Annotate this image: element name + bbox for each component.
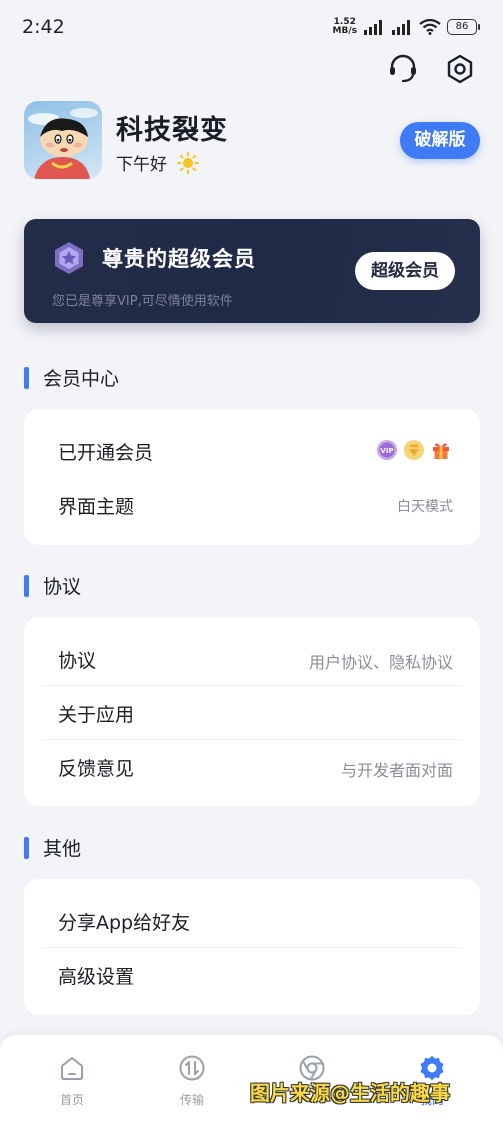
row-label: 关于应用	[58, 704, 135, 726]
vip-subtitle: 您已是尊享VIP,可尽情使用软件	[52, 294, 233, 309]
status-time: 2:42	[22, 16, 65, 38]
home-icon	[61, 1057, 83, 1080]
nav-label: 传输	[179, 1093, 204, 1107]
section-protocol-header: 协议	[24, 572, 81, 599]
signal-icon-2	[392, 20, 410, 35]
super-member-button[interactable]: 超级会员	[355, 252, 455, 290]
nav-label: 首页	[59, 1093, 84, 1107]
row-label: 高级设置	[58, 966, 135, 988]
vip-icon: VIP	[377, 440, 397, 460]
row-value: 用户协议、隐私协议	[308, 653, 453, 672]
section-other-header: 其他	[24, 834, 81, 861]
status-icons: 1.52 MB/s 86	[332, 17, 480, 36]
row-label: 界面主题	[58, 496, 135, 518]
row-value: 白天模式	[397, 499, 453, 515]
customer-service-icon[interactable]	[386, 52, 420, 86]
row-protocol[interactable]: 协议 用户协议、隐私协议	[24, 631, 480, 685]
row-value: 与开发者面对面	[340, 761, 453, 780]
row-about-app[interactable]: 关于应用	[24, 685, 480, 739]
section-accent-bar	[24, 574, 29, 597]
other-card: 分享App给好友 高级设置	[24, 879, 480, 1015]
status-bar: 2:42 1.52 MB/s 86	[0, 0, 503, 58]
nav-home[interactable]: 首页	[32, 1053, 112, 1108]
section-accent-bar	[24, 836, 29, 859]
username: 科技裂变	[116, 115, 228, 146]
member-card: 已开通会员 VIP 界面主题 白天模式	[24, 409, 480, 545]
vip-card[interactable]: 尊贵的超级会员 您已是尊享VIP,可尽情使用软件 超级会员	[24, 219, 480, 323]
row-share-app[interactable]: 分享App给好友	[24, 893, 480, 947]
svg-text:VIP: VIP	[380, 447, 393, 455]
vip-badge-icon	[55, 242, 83, 274]
section-member-header: 会员中心	[24, 364, 119, 391]
row-advanced-settings[interactable]: 高级设置	[24, 947, 480, 1001]
settings-icon[interactable]	[443, 52, 477, 86]
sun-icon	[177, 151, 199, 174]
nav-transfer[interactable]: 传输	[152, 1053, 232, 1108]
row-feedback[interactable]: 反馈意见 与开发者面对面	[24, 739, 480, 793]
protocol-card: 协议 用户协议、隐私协议 关于应用 反馈意见 与开发者面对面	[24, 617, 480, 806]
diamond-icon	[404, 440, 424, 460]
gift-icon	[433, 443, 449, 459]
row-label: 已开通会员	[58, 442, 154, 464]
section-title: 其他	[43, 838, 82, 860]
greeting-text: 下午好	[116, 155, 167, 175]
vip-title: 尊贵的超级会员	[102, 247, 256, 271]
battery-indicator: 86	[447, 19, 480, 35]
wifi-icon	[419, 19, 441, 35]
section-title: 会员中心	[43, 368, 120, 390]
crack-version-button[interactable]: 破解版	[400, 122, 480, 159]
row-label: 分享App给好友	[58, 912, 191, 934]
section-accent-bar	[24, 366, 29, 389]
row-label: 协议	[58, 650, 97, 672]
avatar-image	[28, 108, 98, 179]
profile-page: 2:42 1.52 MB/s 86 科技裂变 下午好 破解版 尊贵的超级会员 您…	[0, 0, 503, 1128]
row-label: 反馈意见	[58, 758, 135, 780]
avatar[interactable]	[24, 101, 102, 179]
watermark: 图片来源@生活的趣事	[250, 1081, 450, 1105]
network-speed: 1.52 MB/s	[332, 17, 357, 36]
row-activated-member[interactable]: 已开通会员 VIP	[24, 423, 480, 477]
section-title: 协议	[43, 576, 82, 598]
member-badges: VIP	[376, 439, 452, 461]
signal-icon	[364, 20, 382, 35]
row-theme[interactable]: 界面主题 白天模式	[24, 477, 480, 531]
transfer-icon	[179, 1055, 205, 1081]
greeting: 下午好	[116, 150, 199, 175]
